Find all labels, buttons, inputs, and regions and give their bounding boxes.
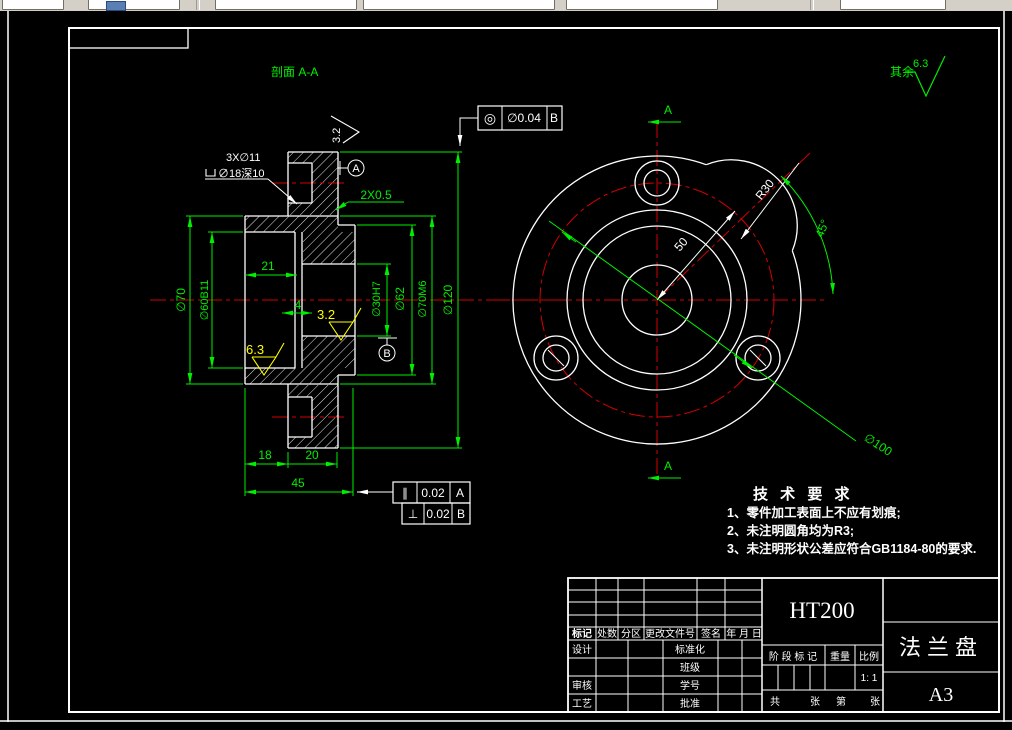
fcf-perpendicular: ⊥ 0.02 B (401, 502, 471, 525)
checker-label: 审核 (572, 679, 592, 692)
fcf-parallel-symbol: ∥ (402, 486, 408, 500)
standardization-label: 标准化 (675, 643, 705, 656)
dim-21: 21 (261, 259, 275, 273)
fcf-perpendicular-value: 0.02 (426, 507, 450, 521)
dim-dia62: ∅62 (393, 287, 407, 311)
header-mark: 标记 (571, 627, 592, 640)
dim-45: 45 (291, 476, 305, 490)
student-no-label: 学号 (680, 679, 700, 692)
fcf-perpendicular-datum: B (457, 507, 465, 521)
fcf-concentricity-datum: B (550, 111, 558, 125)
roughness-top-value: 3.2 (331, 128, 343, 143)
header-count: 处数 (597, 627, 617, 640)
dim-dia70m6: ∅70M6 (417, 280, 429, 317)
chamfer-note: 2X0.5 (360, 188, 392, 202)
total-label: 共 (770, 696, 780, 708)
drawing-canvas: 剖面 A-A 其余 6.3 ∅70 ∅60B11 ∅30H7 ∅62 ∅70M6… (0, 11, 1012, 730)
fcf-concentricity-value: ∅0.04 (507, 111, 541, 125)
page-unit: 张 (870, 696, 880, 708)
scale-label: 比例 (859, 650, 879, 663)
header-sign: 签名 (701, 627, 721, 640)
designer-label: 设计 (572, 643, 592, 656)
drawing-background (0, 11, 1012, 730)
section-title: 剖面 A-A (271, 65, 318, 79)
dim-dia30h7: ∅30H7 (371, 281, 383, 317)
tech-req-item-2: 2、未注明圆角均为R3; (727, 523, 854, 538)
dim-4: 4 (295, 298, 302, 312)
dim-20: 20 (305, 448, 319, 462)
paper-size: A3 (929, 684, 953, 706)
class-label: 班级 (680, 662, 700, 674)
roughness-face-value: 6.3 (246, 342, 264, 357)
roughness-bore-value: 3.2 (317, 307, 335, 322)
stage-mark-label: 阶 段 标 记 (769, 650, 817, 663)
header-docno: 更改文件号 (645, 627, 695, 640)
fcf-perpendicular-symbol: ⊥ (408, 507, 418, 521)
holes-note-line1: 3X∅11 (226, 152, 260, 164)
holes-note-line2: ∅18深10 (218, 167, 264, 180)
fcf-parallel-datum: A (456, 486, 464, 500)
section-label-bottom: A (664, 459, 672, 473)
part-name: 法兰盘 (899, 635, 983, 660)
others-roughness-value: 6.3 (913, 58, 928, 70)
tech-req-title: 技 术 要 求 (753, 485, 854, 503)
material-value: HT200 (789, 598, 854, 623)
approve-label: 批准 (680, 697, 700, 710)
dim-dia120: ∅120 (441, 284, 455, 315)
header-zone: 分区 (621, 628, 641, 640)
page-label: 第 (836, 695, 846, 708)
dim-dia70: ∅70 (174, 288, 188, 312)
tech-req-item-1: 1、零件加工表面上不应有划痕; (727, 505, 901, 520)
dim-dia60b11: ∅60B11 (199, 280, 211, 321)
datum-a-label: A (352, 163, 360, 175)
dim-18: 18 (258, 448, 272, 462)
datum-b-label: B (383, 348, 390, 360)
section-label-top: A (664, 103, 672, 117)
weight-label: 重量 (830, 650, 850, 663)
scale-value: 1: 1 (861, 673, 878, 684)
fcf-parallel-value: 0.02 (421, 486, 445, 500)
tech-req-item-3: 3、未注明形状公差应符合GB1184-80的要求. (727, 541, 976, 556)
header-date: 年 月 日 (726, 627, 762, 640)
fcf-concentricity-symbol: ◎ (484, 110, 496, 126)
process-label: 工艺 (572, 698, 592, 710)
total-unit: 张 (810, 696, 820, 708)
